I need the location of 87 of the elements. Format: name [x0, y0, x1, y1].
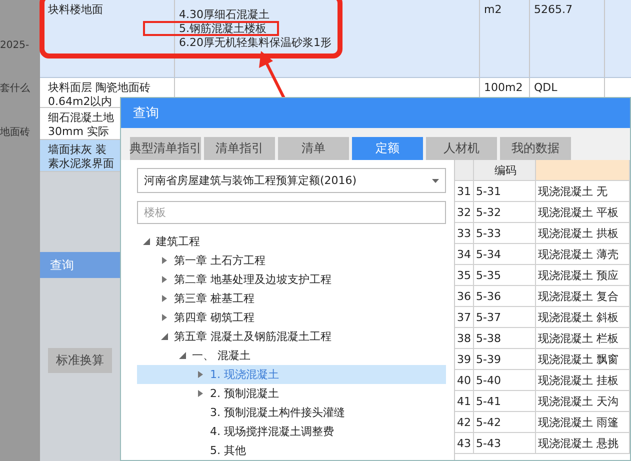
table-cell: 现浇混凝土 栏板 — [536, 328, 630, 348]
table-cell: 5-36 — [474, 286, 536, 306]
row-number: 39 — [455, 349, 474, 369]
tree-item[interactable]: 第一章 土石方工程 — [137, 251, 446, 270]
table-cell: 5-35 — [474, 265, 536, 285]
table-cell: 现浇混凝土 无 — [536, 181, 630, 201]
table-cell: 现浇混凝土 平板 — [536, 202, 630, 222]
text-fragment: 地面砖 — [0, 126, 30, 139]
row-number: 43 — [455, 433, 474, 453]
table-row[interactable]: 块料楼地面 4.30厚细石混凝土 5.钢筋混凝土楼板 6.20厚无机轻集料保温砂浆1形 m2 5265.7 — [40, 0, 631, 78]
table-cell: 0.64m2以内 — [48, 95, 112, 109]
text-fragment: 2025- — [0, 40, 30, 51]
tree-item[interactable]: 4. 现场搅拌混凝土调整费 — [137, 422, 446, 441]
table-cell: 墙面抹灰 装 — [48, 143, 106, 157]
table-cell: 4.30厚细石混凝土 — [179, 8, 270, 21]
library-dropdown[interactable]: 河南省房屋建筑与装饰工程预算定额(2016) — [137, 168, 446, 193]
tab[interactable]: 人材机 — [426, 137, 497, 160]
table-cell: 现浇混凝土 挂板 — [536, 370, 630, 390]
collapsed-triangle-icon[interactable] — [161, 276, 168, 283]
table-cell: m2 — [480, 0, 530, 77]
table-cell: 5-31 — [474, 181, 536, 201]
table-cell: 块料面层 陶瓷地面砖 — [48, 81, 150, 95]
table-cell: 30mm 实际 — [48, 125, 109, 139]
tree-item[interactable]: 第四章 砌筑工程 — [137, 308, 446, 327]
table-cell: 现浇混凝土 薄壳 — [536, 244, 630, 264]
annotated-table-cell: 5.钢筋混凝土楼板 — [143, 21, 278, 36]
search-field[interactable]: 楼板 — [137, 201, 446, 224]
expanded-triangle-icon[interactable] — [143, 238, 150, 245]
row-number: 37 — [455, 307, 474, 327]
tree-item[interactable]: 2. 预制混凝土 — [137, 384, 446, 403]
table-cell: 5-43 — [474, 433, 536, 453]
table-cell: 现浇混凝土 雨篷 — [536, 412, 630, 432]
text-fragment: 套什么 — [0, 82, 30, 95]
row-number: 32 — [455, 202, 474, 222]
tree-item[interactable]: 第五章 混凝土及钢筋混凝土工程 — [137, 327, 446, 346]
table-cell: 5-39 — [474, 349, 536, 369]
row-number: 40 — [455, 370, 474, 390]
row-number: 36 — [455, 286, 474, 306]
row-number: 38 — [455, 328, 474, 348]
table-cell: 5-33 — [474, 223, 536, 243]
row-number: 35 — [455, 265, 474, 285]
collapsed-triangle-icon[interactable] — [161, 295, 168, 302]
tree-item[interactable]: 3. 预制混凝土构件接头灌缝 — [137, 403, 446, 422]
table-cell: 5-32 — [474, 202, 536, 222]
collapsed-triangle-icon[interactable] — [197, 371, 204, 378]
tree-item[interactable]: 建筑工程 — [137, 232, 446, 251]
row-number: 41 — [455, 391, 474, 411]
window-title: 查询 — [40, 252, 120, 278]
tab[interactable]: 标准换算 — [48, 348, 112, 373]
tree-item[interactable]: 5. 其他 — [137, 441, 446, 460]
table-cell: 现浇混凝土 斜板 — [536, 307, 630, 327]
dropdown-caret-icon — [432, 178, 439, 182]
table-cell: 5-41 — [474, 391, 536, 411]
table-header-cell: 编码 — [474, 160, 536, 180]
table-cell: 现浇混凝土 复合 — [536, 286, 630, 306]
collapsed-triangle-icon[interactable] — [161, 257, 168, 264]
tree-item[interactable]: 第三章 桩基工程 — [137, 289, 446, 308]
dialog-title: 查询 — [121, 98, 630, 128]
expanded-triangle-icon[interactable] — [179, 352, 186, 359]
table-cell: 5-38 — [474, 328, 536, 348]
expanded-triangle-icon[interactable] — [161, 333, 168, 340]
table-cell: 5-40 — [474, 370, 536, 390]
tab[interactable]: 清单指引 — [204, 137, 275, 160]
table-cell: 素水泥浆界面 — [48, 157, 114, 171]
table-cell: 5265.7 — [530, 0, 605, 77]
table-cell: 现浇混凝土 拱板 — [536, 223, 630, 243]
table-cell: 现浇混凝土 预应 — [536, 265, 630, 285]
row-number: 42 — [455, 412, 474, 432]
tab[interactable]: 清单 — [278, 137, 349, 160]
table-cell: 6.20厚无机轻集料保温砂浆1形 — [179, 36, 332, 49]
table-cell: 现浇混凝土 飘窗 — [536, 349, 630, 369]
row-number: 31 — [455, 181, 474, 201]
tree-item[interactable]: 第二章 地基处理及边坡支护工程 — [137, 270, 446, 289]
tree-item[interactable]: 一、 混凝土 — [137, 346, 446, 365]
collapsed-triangle-icon[interactable] — [161, 314, 168, 321]
collapsed-triangle-icon[interactable] — [197, 390, 204, 397]
tab[interactable]: 典型清单指引 — [130, 137, 201, 160]
table-cell: 细石混凝土地 — [48, 111, 114, 125]
tab[interactable]: 我的数据 — [500, 137, 571, 160]
table-cell: 现浇混凝土 天沟 — [536, 391, 630, 411]
row-number: 34 — [455, 244, 474, 264]
table-cell: 5-42 — [474, 412, 536, 432]
table-cell: 5-34 — [474, 244, 536, 264]
table-cell: 现浇混凝土 悬挑 — [536, 433, 630, 453]
table-cell: 块料楼地面 — [48, 3, 103, 17]
row-number: 33 — [455, 223, 474, 243]
table-cell: 5-37 — [474, 307, 536, 327]
